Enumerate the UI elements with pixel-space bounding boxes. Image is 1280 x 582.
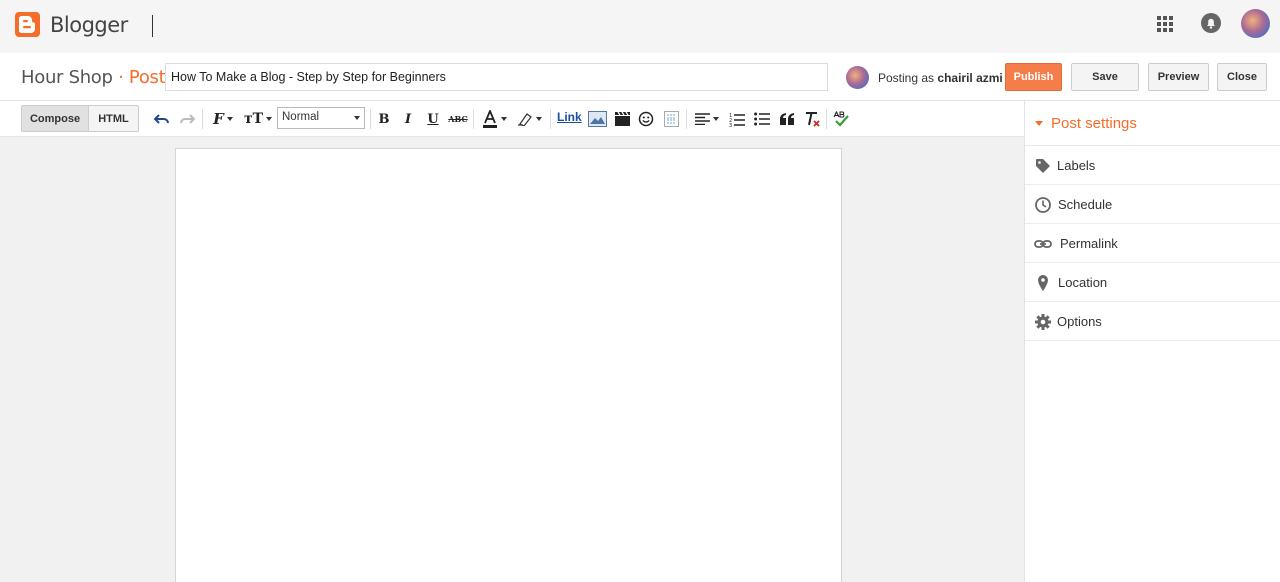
post-body-editor[interactable] — [175, 148, 842, 582]
strikethrough-icon[interactable]: ABC — [448, 109, 468, 129]
breadcrumb: Hour Shop · Post — [21, 67, 166, 88]
brand-name[interactable]: Blogger — [50, 13, 128, 37]
emoji-icon[interactable] — [637, 109, 655, 129]
settings-item-options[interactable]: Options — [1025, 302, 1280, 341]
close-button[interactable]: Close — [1217, 63, 1267, 91]
post-settings-panel: Post settings Labels Schedule Permalink … — [1024, 101, 1280, 582]
undo-icon[interactable] — [153, 109, 171, 129]
post-settings-header[interactable]: Post settings — [1025, 101, 1280, 146]
posting-as-user: chairil azmi — [937, 71, 1003, 85]
top-bar: Blogger — [0, 0, 1280, 53]
compose-mode-button[interactable]: Compose — [21, 105, 89, 132]
format-value: Normal — [282, 111, 320, 123]
collapse-triangle-icon — [1035, 121, 1043, 126]
toolbar-separator — [370, 109, 371, 129]
font-size-icon[interactable]: тТ — [243, 109, 273, 129]
toolbar-separator — [473, 109, 474, 129]
quote-icon[interactable] — [778, 109, 796, 129]
post-header: Hour Shop · Post Posting as chairil azmi… — [0, 53, 1280, 101]
redo-icon[interactable] — [178, 109, 196, 129]
section-label: Post — [128, 67, 166, 88]
divider — [152, 15, 153, 37]
clock-icon — [1034, 196, 1052, 214]
editor-area — [0, 138, 1024, 582]
clear-formatting-icon[interactable] — [803, 109, 821, 129]
settings-item-location[interactable]: Location — [1025, 263, 1280, 302]
underline-icon[interactable]: U — [425, 109, 441, 129]
preview-button[interactable]: Preview — [1148, 63, 1209, 91]
image-icon[interactable] — [587, 109, 607, 129]
spellcheck-icon[interactable] — [832, 109, 850, 129]
link-button[interactable]: Link — [557, 110, 582, 124]
editor-toolbar: Compose HTML F тТ Normal B I U ABC Link … — [0, 101, 1024, 137]
bullet-list-icon[interactable] — [753, 109, 771, 129]
breadcrumb-separator: · — [118, 67, 124, 88]
settings-item-label: Schedule — [1058, 197, 1113, 212]
author-avatar — [846, 66, 869, 89]
toolbar-separator — [826, 109, 827, 129]
settings-item-label: Labels — [1057, 158, 1096, 173]
settings-item-label: Options — [1057, 314, 1102, 329]
post-settings-title: Post settings — [1051, 115, 1137, 132]
align-icon[interactable] — [692, 109, 722, 129]
settings-item-schedule[interactable]: Schedule — [1025, 185, 1280, 224]
svg-text:3: 3 — [729, 123, 732, 127]
publish-button[interactable]: Publish — [1005, 63, 1062, 91]
toolbar-separator — [202, 109, 203, 129]
italic-icon[interactable]: I — [400, 109, 416, 129]
numbered-list-icon[interactable]: 123 — [728, 109, 746, 129]
bold-icon[interactable]: B — [376, 109, 392, 129]
pin-icon — [1034, 274, 1052, 292]
blogger-logo-icon[interactable] — [15, 12, 40, 37]
posting-as-prefix: Posting as — [878, 71, 935, 85]
apps-grid-icon[interactable] — [1156, 15, 1174, 33]
toolbar-separator — [686, 109, 687, 129]
paragraph-format-select[interactable]: Normal — [277, 107, 365, 129]
tag-icon — [1034, 157, 1052, 175]
html-mode-button[interactable]: HTML — [88, 105, 139, 132]
post-title-input[interactable] — [165, 63, 828, 91]
jump-break-icon[interactable] — [662, 109, 680, 129]
video-icon[interactable] — [612, 109, 632, 129]
link-icon — [1034, 235, 1052, 253]
toolbar-separator — [550, 109, 551, 129]
settings-item-labels[interactable]: Labels — [1025, 146, 1280, 185]
font-family-icon[interactable]: F — [208, 109, 238, 129]
account-avatar[interactable] — [1241, 9, 1270, 38]
posting-as-text: Posting as chairil azmi — [878, 71, 1003, 85]
highlight-icon[interactable] — [514, 109, 544, 129]
blog-name[interactable]: Hour Shop — [21, 67, 113, 88]
settings-item-label: Location — [1058, 275, 1108, 290]
save-button[interactable]: Save — [1071, 63, 1139, 91]
notifications-bell-icon[interactable] — [1200, 12, 1222, 34]
settings-item-label: Permalink — [1060, 236, 1118, 251]
chevron-down-icon — [354, 116, 360, 120]
gear-icon — [1034, 313, 1052, 331]
settings-item-permalink[interactable]: Permalink — [1025, 224, 1280, 263]
text-color-icon[interactable] — [479, 109, 509, 129]
